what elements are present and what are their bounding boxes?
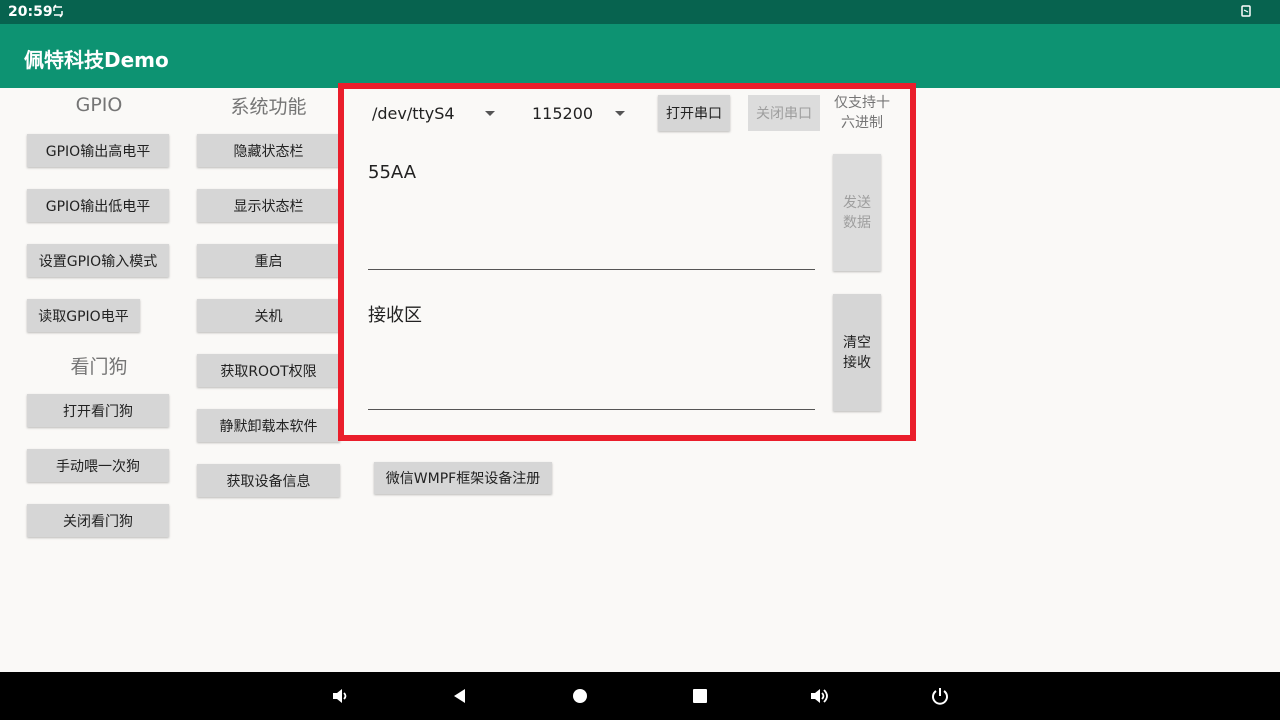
hide-statusbar-button[interactable]: 隐藏状态栏 [197,134,340,167]
recents-icon[interactable] [688,684,712,708]
reboot-button[interactable]: 重启 [197,244,340,277]
watchdog-close-button[interactable]: 关闭看门狗 [27,504,169,537]
system-heading: 系统功能 [230,96,307,118]
wmpf-register-button[interactable]: 微信WMPF框架设备注册 [374,462,552,494]
hex-hint-line1: 仅支持十 [834,95,890,111]
port-select[interactable]: /dev/ttyS4 [372,104,455,123]
volume-down-icon[interactable] [328,684,352,708]
send-button-line2: 数据 [843,214,871,231]
open-serial-button[interactable]: 打开串口 [658,95,730,131]
port-dropdown-icon[interactable] [485,111,495,116]
power-icon[interactable] [928,684,952,708]
volume-up-icon[interactable] [808,684,832,708]
app-title: 佩特科技Demo [24,48,169,72]
sync-status-icon [52,4,63,18]
receive-area-underline [368,409,815,410]
show-statusbar-button[interactable]: 显示状态栏 [197,189,340,222]
baud-dropdown-icon[interactable] [615,111,625,116]
send-data-button[interactable]: 发送 数据 [833,154,881,271]
watchdog-feed-button[interactable]: 手动喂一次狗 [27,449,169,482]
status-bar: 20:59 [0,0,1280,24]
gpio-read-button[interactable]: 读取GPIO电平 [27,299,140,332]
status-time: 20:59 [8,4,53,20]
hex-only-hint: 仅支持十 六进制 [830,93,894,133]
shutdown-button[interactable]: 关机 [197,299,340,332]
back-icon[interactable] [448,684,472,708]
rotation-icon [1240,4,1252,22]
gpio-low-button[interactable]: GPIO输出低电平 [27,189,169,222]
get-root-button[interactable]: 获取ROOT权限 [197,354,340,387]
send-input[interactable]: 55AA [368,162,416,183]
watchdog-open-button[interactable]: 打开看门狗 [27,394,169,427]
gpio-high-button[interactable]: GPIO输出高电平 [27,134,169,167]
gpio-input-mode-button[interactable]: 设置GPIO输入模式 [27,244,169,277]
clear-button-line1: 清空 [843,334,871,351]
home-icon[interactable] [568,684,592,708]
silent-uninstall-button[interactable]: 静默卸载本软件 [197,409,340,442]
watchdog-heading: 看门狗 [70,356,128,378]
close-serial-button[interactable]: 关闭串口 [748,95,820,131]
app-bar: 佩特科技Demo [0,24,1280,88]
hex-hint-line2: 六进制 [841,115,883,131]
gpio-heading: GPIO [75,94,123,116]
clear-button-line2: 接收 [843,354,871,371]
send-input-underline [368,269,815,270]
clear-receive-button[interactable]: 清空 接收 [833,294,881,411]
device-info-button[interactable]: 获取设备信息 [197,464,340,497]
serial-panel-highlight [338,83,916,441]
receive-area[interactable]: 接收区 [368,301,422,327]
send-button-line1: 发送 [843,194,871,211]
baud-select[interactable]: 115200 [532,104,593,123]
navigation-bar [0,672,1280,720]
